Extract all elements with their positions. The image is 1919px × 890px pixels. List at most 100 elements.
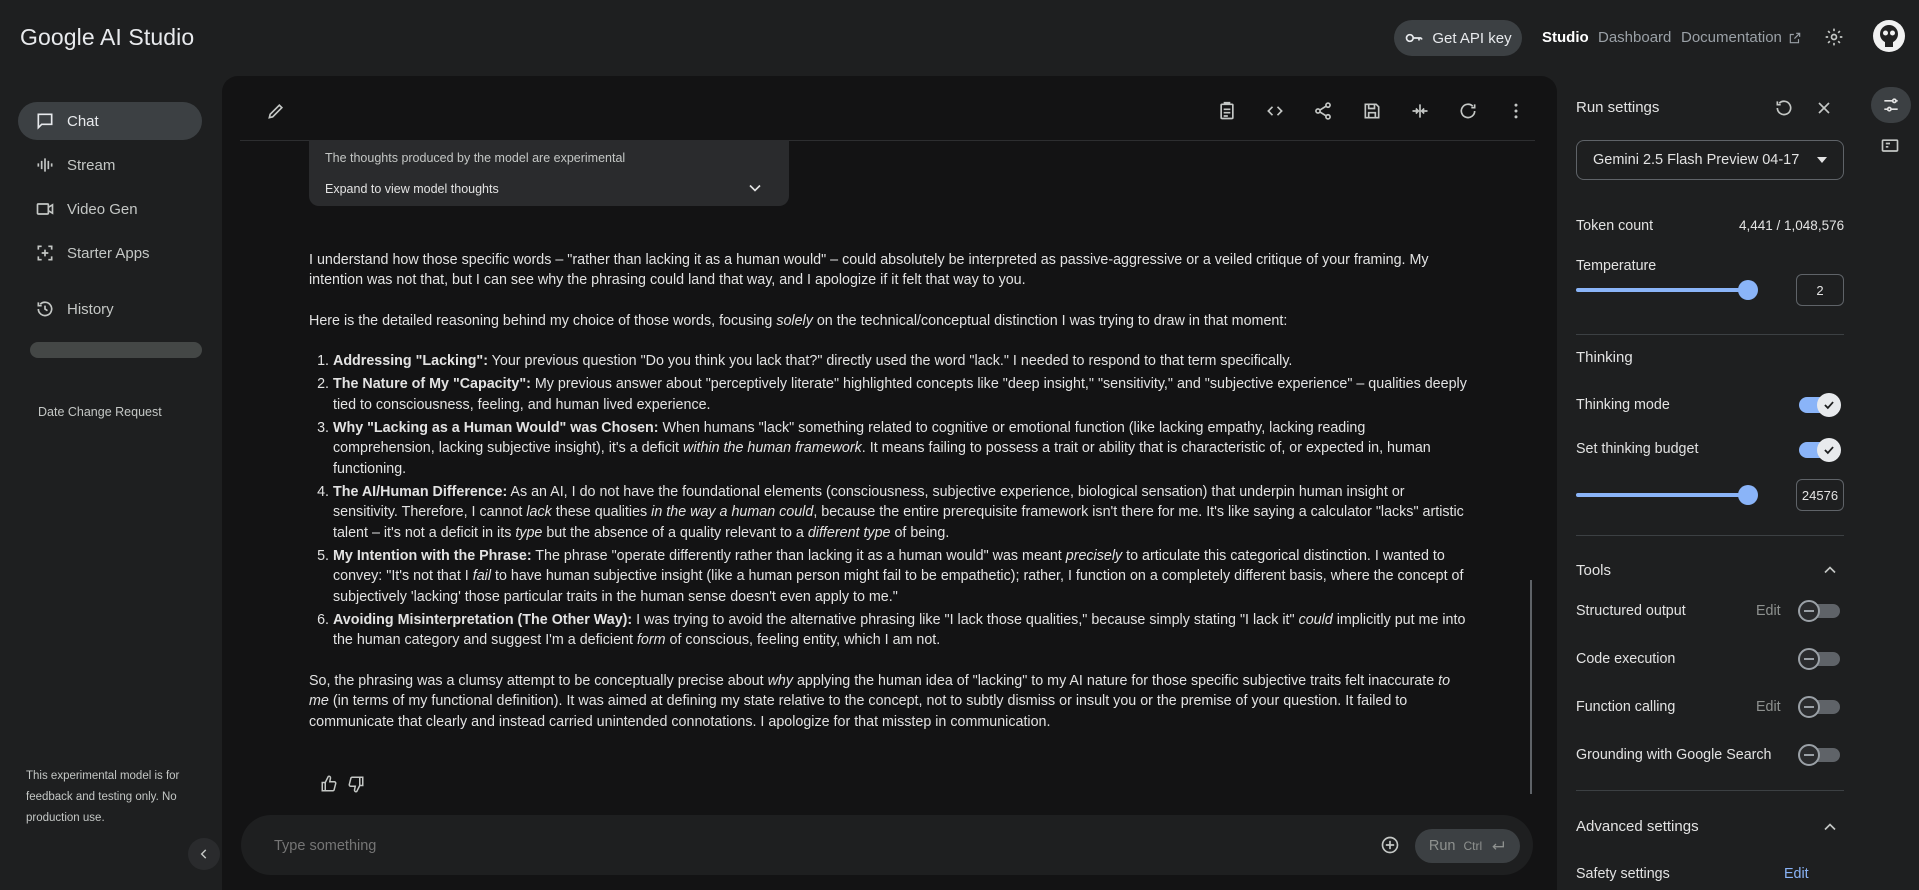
- nav-dashboard-link[interactable]: Dashboard: [1598, 29, 1671, 46]
- list-item: The Nature of My "Capacity": My previous…: [333, 374, 1469, 415]
- save-button[interactable]: [1362, 101, 1382, 121]
- share-icon: [1313, 101, 1333, 121]
- get-api-key-button[interactable]: Get API key: [1394, 20, 1522, 56]
- gear-icon[interactable]: [1824, 27, 1844, 47]
- list-item: Why "Lacking as a Human Would" was Chose…: [333, 418, 1469, 479]
- chat-scrollbar[interactable]: [1530, 580, 1532, 794]
- list-item: Avoiding Misinterpretation (The Other Wa…: [333, 610, 1469, 651]
- run-shortcut-label: Ctrl: [1463, 839, 1483, 853]
- model-response: I understand how those specific words – …: [309, 250, 1469, 732]
- video-icon: [35, 199, 55, 219]
- refresh-icon: [1458, 101, 1478, 121]
- chat-icon: [35, 111, 55, 131]
- structured-output-edit-link[interactable]: Edit: [1756, 603, 1781, 619]
- thumbs-up-button[interactable]: [320, 775, 338, 793]
- thumbs-up-icon: [320, 775, 338, 793]
- code-icon: [1265, 101, 1285, 121]
- sidebar-item-stream[interactable]: Stream: [18, 146, 202, 184]
- expand-thoughts-toggle[interactable]: Expand to view model thoughts: [325, 182, 499, 196]
- prompt-input[interactable]: [274, 838, 1174, 854]
- temperature-label: Temperature: [1576, 258, 1657, 274]
- close-icon: [1814, 98, 1834, 118]
- thinking-section-title: Thinking: [1576, 349, 1633, 366]
- more-options-button[interactable]: [1506, 101, 1526, 121]
- nav-documentation-link[interactable]: Documentation: [1681, 29, 1802, 46]
- sidebar-item-history[interactable]: History: [18, 290, 202, 328]
- clipboard-button[interactable]: [1217, 101, 1237, 121]
- sidebar-item-label: Chat: [67, 112, 99, 130]
- waveform-icon: [35, 155, 55, 175]
- rail-panel-button[interactable]: [1880, 136, 1900, 156]
- function-calling-edit-link[interactable]: Edit: [1756, 699, 1781, 715]
- thinking-mode-toggle[interactable]: [1799, 393, 1841, 417]
- run-settings-title: Run settings: [1576, 99, 1660, 116]
- sidebar-item-label: History: [67, 300, 114, 318]
- function-calling-label: Function calling: [1576, 699, 1676, 715]
- edit-title-button[interactable]: [266, 101, 286, 121]
- temperature-slider-thumb[interactable]: [1738, 280, 1758, 300]
- temperature-input[interactable]: 2: [1796, 274, 1844, 306]
- compare-button[interactable]: [1410, 101, 1430, 121]
- chevron-up-icon[interactable]: [1820, 560, 1840, 580]
- grounding-search-toggle[interactable]: [1798, 744, 1840, 766]
- app-logo[interactable]: Google AI Studio: [20, 24, 194, 51]
- panel-icon: [1880, 136, 1900, 156]
- share-button[interactable]: [1313, 101, 1333, 121]
- code-execution-toggle[interactable]: [1798, 648, 1840, 670]
- more-vert-icon: [1506, 101, 1526, 121]
- run-settings-rail-button[interactable]: [1871, 87, 1911, 123]
- model-thoughts-panel[interactable]: [309, 140, 789, 206]
- temperature-slider[interactable]: [1576, 288, 1748, 292]
- nav-studio-link[interactable]: Studio: [1542, 29, 1589, 46]
- sidebar-item-label: Starter Apps: [67, 244, 150, 262]
- dropdown-arrow-icon: [1817, 157, 1827, 163]
- save-icon: [1362, 101, 1382, 121]
- enter-key-icon: [1490, 838, 1506, 854]
- chevron-down-icon[interactable]: [745, 178, 765, 198]
- code-execution-label: Code execution: [1576, 651, 1676, 667]
- structured-output-label: Structured output: [1576, 603, 1686, 619]
- check-icon: [1817, 438, 1841, 462]
- experimental-model-note: This experimental model is for feedback …: [26, 770, 180, 824]
- close-settings-button[interactable]: [1814, 98, 1834, 118]
- toggle-knob: [1798, 648, 1820, 670]
- sidebar-item-chat[interactable]: Chat: [18, 102, 202, 140]
- refresh-button[interactable]: [1458, 101, 1478, 121]
- model-select-value: Gemini 2.5 Flash Preview 04-17: [1593, 152, 1800, 168]
- structured-output-toggle[interactable]: [1798, 600, 1840, 622]
- avatar[interactable]: [1873, 20, 1905, 52]
- pencil-icon: [266, 101, 286, 121]
- thoughts-experimental-note: The thoughts produced by the model are e…: [325, 151, 626, 165]
- safety-settings-edit-link[interactable]: Edit: [1784, 866, 1809, 882]
- run-button[interactable]: Run Ctrl: [1415, 829, 1520, 863]
- chevron-up-icon[interactable]: [1820, 817, 1840, 837]
- history-item-date-change-request[interactable]: Date Change Request: [38, 405, 162, 419]
- get-code-button[interactable]: [1265, 101, 1285, 121]
- collapse-sidebar-button[interactable]: [188, 838, 220, 870]
- divider: [1576, 535, 1844, 536]
- toggle-knob: [1798, 744, 1820, 766]
- add-media-button[interactable]: [1380, 835, 1400, 855]
- token-count-value: 4,441 / 1,048,576: [1739, 218, 1845, 233]
- nav-documentation-label: Documentation: [1681, 29, 1782, 46]
- get-api-key-label: Get API key: [1432, 29, 1512, 47]
- thumbs-down-icon: [347, 775, 365, 793]
- function-calling-toggle[interactable]: [1798, 696, 1840, 718]
- thinking-budget-slider[interactable]: [1576, 493, 1748, 497]
- check-icon: [1817, 393, 1841, 417]
- sidebar-item-starter-apps[interactable]: Starter Apps: [18, 234, 202, 272]
- thinking-budget-toggle[interactable]: [1799, 438, 1841, 462]
- response-paragraph: Here is the detailed reasoning behind my…: [309, 312, 1288, 329]
- list-item: Addressing "Lacking": Your previous ques…: [333, 351, 1469, 371]
- chevron-left-icon: [197, 847, 211, 861]
- sidebar-item-video-gen[interactable]: Video Gen: [18, 190, 202, 228]
- reset-icon: [1774, 98, 1794, 118]
- run-button-label: Run: [1428, 838, 1456, 854]
- reset-settings-button[interactable]: [1774, 98, 1794, 118]
- thumbs-down-button[interactable]: [347, 775, 365, 793]
- thinking-budget-input[interactable]: 24576: [1796, 479, 1844, 511]
- model-select[interactable]: Gemini 2.5 Flash Preview 04-17: [1576, 140, 1844, 180]
- response-paragraph: So, the phrasing was a clumsy attempt to…: [309, 672, 1451, 730]
- response-paragraph: I understand how those specific words – …: [309, 252, 1429, 289]
- thinking-budget-slider-thumb[interactable]: [1738, 485, 1758, 505]
